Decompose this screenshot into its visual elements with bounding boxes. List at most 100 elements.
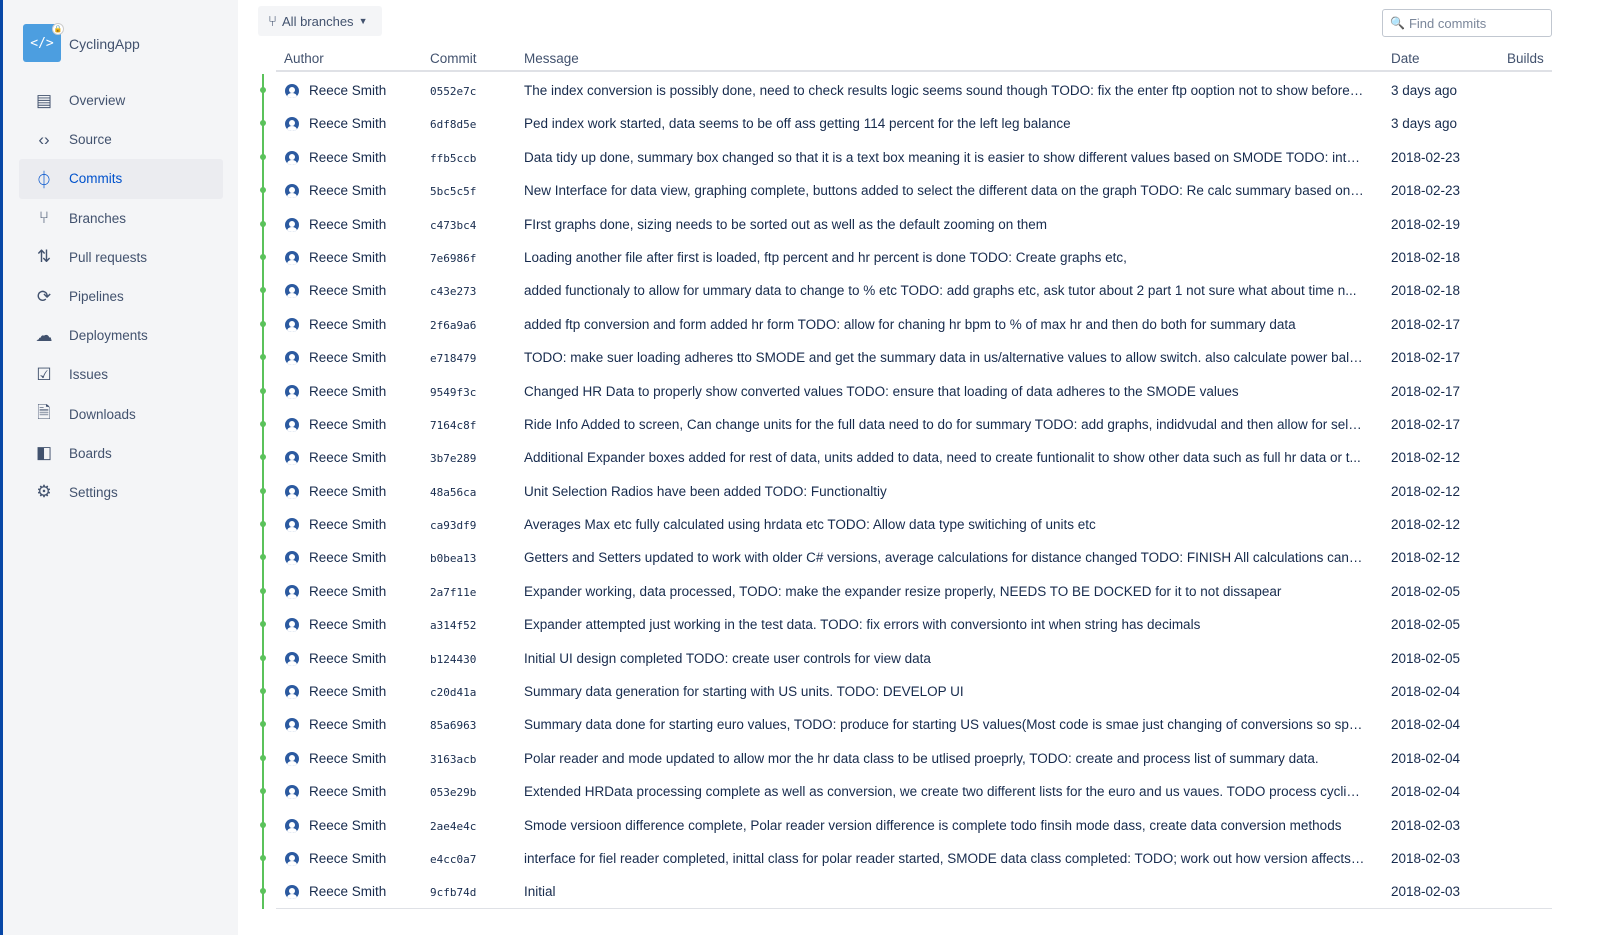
commit-hash-link[interactable]: 9cfb74d [430,886,476,899]
sidebar-item-downloads[interactable]: 🗎 Downloads [19,395,223,434]
commit-hash-link[interactable]: b124430 [430,653,476,666]
commit-row[interactable]: Reece Smith e4cc0a7 interface for fiel r… [258,841,1552,876]
commit-author[interactable]: Reece Smith [309,851,386,866]
commit-author[interactable]: Reece Smith [309,183,386,198]
commit-hash-link[interactable]: 2ae4e4c [430,820,476,833]
commit-row[interactable]: Reece Smith 5bc5c5f New Interface for da… [258,174,1552,208]
sidebar-item-settings[interactable]: ⚙ Settings [19,473,223,512]
commit-hash-link[interactable]: e718479 [430,352,476,365]
commit-row[interactable]: Reece Smith a314f52 Expander attempted j… [258,608,1552,642]
commit-hash-link[interactable]: b0bea13 [430,552,476,565]
commit-hash-link[interactable]: a314f52 [430,619,476,632]
commit-author[interactable]: Reece Smith [309,818,386,833]
commit-author[interactable]: Reece Smith [309,884,386,899]
commit-row[interactable]: Reece Smith 6df8d5e Ped index work start… [258,107,1552,141]
commit-author[interactable]: Reece Smith [309,116,386,131]
commit-hash-link[interactable]: 3b7e289 [430,452,476,465]
commit-hash-link[interactable]: 3163acb [430,753,476,766]
commit-hash-link[interactable]: 48a56ca [430,486,476,499]
commit-hash-link[interactable]: 0552e7c [430,85,476,98]
sidebar-item-deployments[interactable]: ☁ Deployments [19,316,223,355]
commit-graph-dot [260,754,266,761]
commit-row[interactable]: Reece Smith c473bc4 FIrst graphs done, s… [258,207,1552,241]
commit-author[interactable]: Reece Smith [309,417,386,432]
find-commits-search[interactable]: 🔍 [1382,9,1552,37]
commit-hash-link[interactable]: ffb5ccb [430,152,476,165]
commit-message: Unit Selection Radios have been added TO… [524,483,887,499]
commit-hash-link[interactable]: c20d41a [430,686,476,699]
commit-row[interactable]: Reece Smith b0bea13 Getters and Setters … [258,541,1552,575]
commit-author[interactable]: Reece Smith [309,350,386,365]
sidebar-item-boards[interactable]: ◧ Boards [19,434,223,473]
deployments-icon: ☁ [35,325,53,345]
commit-row[interactable]: Reece Smith 3b7e289 Additional Expander … [258,441,1552,475]
sidebar-item-commits[interactable]: ⏀ Commits [19,159,223,199]
commit-row[interactable]: Reece Smith e718479 TODO: make suer load… [258,341,1552,375]
commit-author[interactable]: Reece Smith [309,83,386,98]
commit-author[interactable]: Reece Smith [309,283,386,298]
commit-author[interactable]: Reece Smith [309,617,386,632]
user-avatar-icon [285,84,299,98]
commit-row[interactable]: Reece Smith 0552e7c The index conversion… [258,74,1552,108]
commit-author[interactable]: Reece Smith [309,384,386,399]
commit-row[interactable]: Reece Smith 48a56ca Unit Selection Radio… [258,474,1552,509]
commit-row[interactable]: Reece Smith c20d41a Summary data generat… [258,675,1552,709]
commit-hash-link[interactable]: e4cc0a7 [430,853,476,866]
commit-hash-link[interactable]: c473bc4 [430,219,476,232]
commit-author[interactable]: Reece Smith [309,317,386,332]
commit-row[interactable]: Reece Smith 7164c8f Ride Info Added to s… [258,407,1552,442]
commit-row[interactable]: Reece Smith 9549f3c Changed HR Data to p… [258,374,1552,408]
commit-hash-link[interactable]: 5bc5c5f [430,185,476,198]
commit-hash-link[interactable]: 7e6986f [430,252,476,265]
commit-author[interactable]: Reece Smith [309,784,386,799]
user-avatar-icon [285,885,299,900]
commit-hash-link[interactable]: 7164c8f [430,419,476,432]
commit-message: Getters and Setters updated to work with… [524,550,1366,566]
commit-date: 2018-02-17 [1391,350,1461,366]
commit-author[interactable]: Reece Smith [309,651,386,666]
commit-author[interactable]: Reece Smith [309,717,386,732]
commit-author[interactable]: Reece Smith [309,450,386,465]
commit-hash-link[interactable]: 6df8d5e [430,118,476,131]
commit-row[interactable]: Reece Smith 2f6a9a6 added ftp conversion… [258,307,1552,342]
repo-name[interactable]: CyclingApp [69,36,140,52]
sidebar-item-issues[interactable]: ☑ Issues [19,355,223,394]
find-commits-input[interactable] [1408,15,1549,31]
commit-hash-link[interactable]: 2a7f11e [430,586,476,599]
commit-row[interactable]: Reece Smith ca93df9 Averages Max etc ful… [258,508,1552,542]
commit-hash-link[interactable]: ca93df9 [430,519,476,532]
commit-author[interactable]: Reece Smith [309,517,386,532]
commit-graph-dot [260,320,266,327]
commit-row[interactable]: Reece Smith 2ae4e4c Smode versioon diffe… [258,808,1552,842]
commit-hash-link[interactable]: 053e29b [430,786,476,799]
commit-row[interactable]: Reece Smith 2a7f11e Expander working, da… [258,574,1552,609]
commit-hash-link[interactable]: 2f6a9a6 [430,319,476,332]
sidebar-item-pull-requests[interactable]: ⇅ Pull requests [19,238,223,277]
commit-author[interactable]: Reece Smith [309,250,386,265]
commit-hash-link[interactable]: c43e273 [430,285,476,298]
commit-author[interactable]: Reece Smith [309,751,386,766]
branch-filter-dropdown[interactable]: ⑂ All branches ▼ [258,6,382,36]
user-avatar-icon [285,851,299,866]
sidebar-item-overview[interactable]: ▤ Overview [19,81,223,120]
commit-author[interactable]: Reece Smith [309,550,386,565]
commit-author[interactable]: Reece Smith [309,484,386,499]
sidebar-item-branches[interactable]: ⑂ Branches [19,199,223,238]
commit-hash-link[interactable]: 85a6963 [430,719,476,732]
commit-author[interactable]: Reece Smith [309,584,386,599]
commit-row[interactable]: Reece Smith 3163acb Polar reader and mod… [258,741,1552,776]
commit-author[interactable]: Reece Smith [309,150,386,165]
commit-row[interactable]: Reece Smith 053e29b Extended HRData proc… [258,775,1552,809]
commit-hash-link[interactable]: 9549f3c [430,386,476,399]
sidebar-item-pipelines[interactable]: ⟳ Pipelines [19,277,223,316]
commit-row[interactable]: Reece Smith 85a6963 Summary data done fo… [258,708,1552,742]
commit-row[interactable]: Reece Smith b124430 Initial UI design co… [258,641,1552,676]
sidebar-item-source[interactable]: ‹› Source [19,120,223,159]
commit-message: added functionaly to allow for ummary da… [524,283,1357,299]
commit-row[interactable]: Reece Smith ffb5ccb Data tidy up done, s… [258,140,1552,175]
commit-row[interactable]: Reece Smith c43e273 added functionaly to… [258,274,1552,308]
commit-row[interactable]: Reece Smith 9cfb74d Initial 2018-02-03 [258,875,1552,909]
commit-author[interactable]: Reece Smith [309,684,386,699]
commit-row[interactable]: Reece Smith 7e6986f Loading another file… [258,240,1552,275]
commit-author[interactable]: Reece Smith [309,217,386,232]
